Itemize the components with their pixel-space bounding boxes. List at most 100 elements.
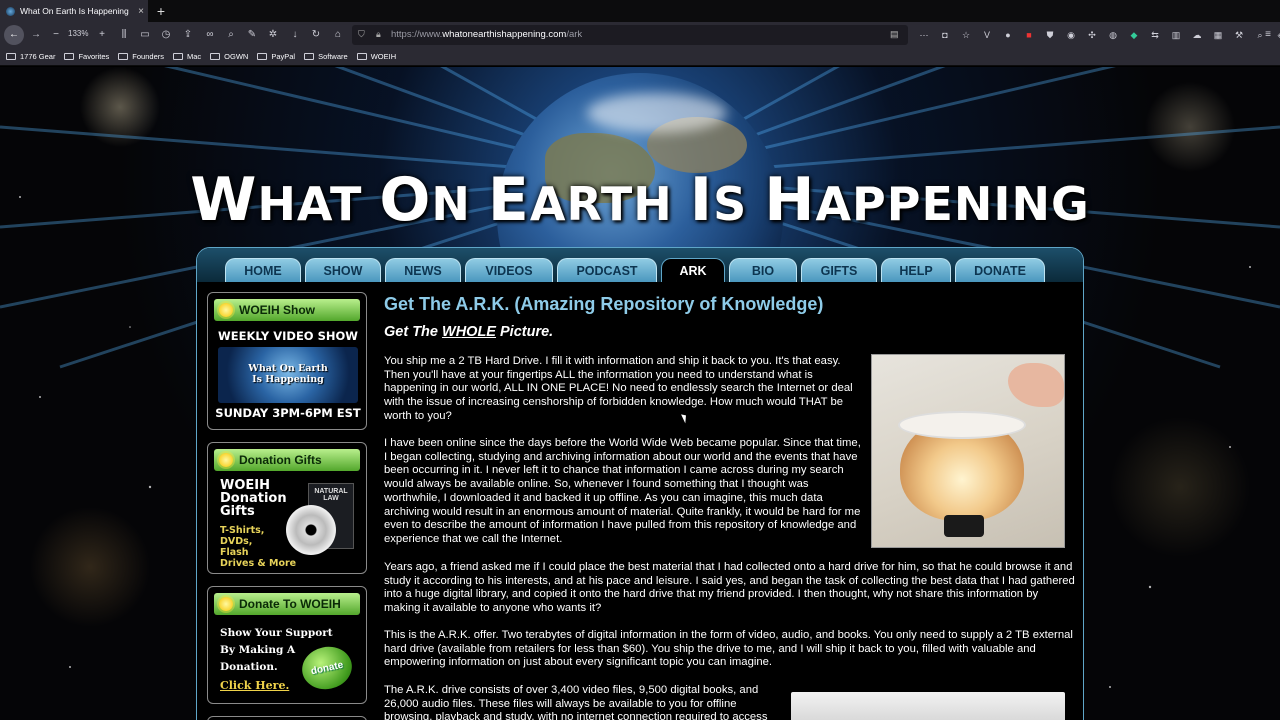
- show-time-label: SUNDAY 3PM-6PM EST: [215, 406, 361, 420]
- screenshot-icon[interactable]: ⇪: [180, 27, 196, 43]
- extension-bars-icon[interactable]: ▥: [1168, 27, 1184, 43]
- gifts-title: WOEIH Donation Gifts: [220, 478, 287, 519]
- show-box-header: WOEIH Show: [214, 299, 360, 321]
- bookmark-folder[interactable]: Software: [304, 52, 348, 61]
- site-favicon-icon: [6, 6, 15, 16]
- gifts-box-header: Donation Gifts: [214, 449, 360, 471]
- paragraph-4: This is the A.R.K. offer. Two terabytes …: [384, 629, 1073, 669]
- tab-title: What On Earth Is Happening -: [20, 6, 129, 16]
- next-sidebar-box[interactable]: [207, 716, 367, 720]
- puzzle-globe-image: [871, 354, 1065, 548]
- nav-show[interactable]: SHOW: [305, 258, 381, 282]
- nav-home[interactable]: HOME: [225, 258, 301, 282]
- menu-icon[interactable]: ≡: [1260, 27, 1276, 43]
- paragraph-1: You ship me a 2 TB Hard Drive. I fill it…: [384, 355, 853, 422]
- search-icon[interactable]: ⌕: [223, 27, 239, 43]
- bookmark-star-icon[interactable]: ☆: [958, 27, 974, 43]
- show-banner-image[interactable]: What On Earth Is Happening: [218, 347, 358, 403]
- show-promo-box[interactable]: WOEIH Show WEEKLY VIDEO SHOW What On Ear…: [207, 292, 367, 430]
- extension-info-icon[interactable]: ●: [1000, 27, 1016, 43]
- donate-click-here-link[interactable]: Click Here.: [220, 679, 289, 692]
- hard-drive-image: [791, 692, 1065, 720]
- extension-tool-icon[interactable]: ⚒: [1231, 27, 1247, 43]
- nav-news[interactable]: NEWS: [385, 258, 461, 282]
- nav-bio[interactable]: BIO: [729, 258, 797, 282]
- globe-stand: [944, 515, 984, 537]
- hand-image: [1008, 363, 1064, 407]
- extension-v-icon[interactable]: V: [979, 27, 995, 43]
- gifts-list: T-Shirts, DVDs, Flash Drives & More: [220, 525, 297, 569]
- lock-icon[interactable]: 🔒︎: [376, 29, 386, 41]
- back-button[interactable]: ←: [4, 25, 24, 45]
- address-bar[interactable]: ⛉ 🔒︎ https://www.whatonearthishappening.…: [352, 25, 908, 45]
- reload-button[interactable]: ↻: [308, 27, 324, 43]
- link-icon[interactable]: ∞: [202, 27, 218, 43]
- nav-gifts[interactable]: GIFTS: [801, 258, 877, 282]
- bookmark-folder[interactable]: Founders: [118, 52, 164, 61]
- extension-color-icon[interactable]: ◆: [1126, 27, 1142, 43]
- extension-cloud-icon[interactable]: ☁: [1189, 27, 1205, 43]
- more-actions-icon[interactable]: ⋯: [916, 27, 932, 43]
- sidebar-icon[interactable]: ▭: [137, 27, 153, 43]
- extension-puzzle-icon[interactable]: ✣: [1084, 27, 1100, 43]
- zoom-out-button[interactable]: −: [48, 27, 64, 43]
- sun-icon: [219, 597, 233, 611]
- history-icon[interactable]: ◷: [158, 27, 174, 43]
- extension-arrows-icon[interactable]: ⇆: [1147, 27, 1163, 43]
- paragraph-5: The A.R.K. drive consists of over 3,400 …: [384, 684, 768, 720]
- reader-view-icon[interactable]: ▤: [890, 29, 899, 40]
- show-schedule-label: WEEKLY VIDEO SHOW: [218, 329, 358, 343]
- browser-toolbar: ← → − 133% + ⫼ ▭ ◷ ⇪ ∞ ⌕ ✎ ✲ ↓ ↻ ⌂ ⛉ 🔒︎ …: [0, 22, 1280, 48]
- nav-ark[interactable]: ARK: [661, 258, 725, 282]
- zoom-level[interactable]: 133%: [68, 29, 88, 38]
- pocket-icon[interactable]: ◘: [937, 27, 953, 43]
- extension-grid-icon[interactable]: ▦: [1210, 27, 1226, 43]
- library-icon[interactable]: ⫼: [116, 27, 132, 43]
- browser-tab[interactable]: What On Earth Is Happening - ×: [0, 0, 148, 22]
- donation-gifts-box[interactable]: Donation Gifts WOEIH Donation Gifts T-Sh…: [207, 442, 367, 574]
- bookmark-folder[interactable]: Favorites: [64, 52, 109, 61]
- shield-icon[interactable]: ⛉: [358, 29, 368, 41]
- extension-shield-icon[interactable]: ⛊: [1042, 27, 1058, 43]
- paragraph-2: I have been online since the days before…: [384, 437, 861, 545]
- home-icon[interactable]: ⌂: [330, 27, 346, 43]
- sun-icon: [219, 303, 233, 317]
- web-page: WHAT ON EARTH IS HAPPENING HOME SHOW NEW…: [0, 67, 1280, 720]
- bookmark-folder[interactable]: 1776 Gear: [6, 52, 55, 61]
- bookmark-folder[interactable]: OGWN: [210, 52, 248, 61]
- extension-red-icon[interactable]: ■: [1021, 27, 1037, 43]
- zoom-in-button[interactable]: +: [94, 27, 110, 43]
- bookmark-folder[interactable]: Mac: [172, 52, 201, 61]
- show-banner-title: What On Earth Is Happening: [248, 363, 328, 385]
- download-icon[interactable]: ↓: [287, 27, 303, 43]
- wrench-icon[interactable]: ✎: [244, 27, 260, 43]
- folder-icon: [210, 53, 221, 60]
- folder-icon: [6, 53, 16, 60]
- globe-clouds: [587, 93, 727, 133]
- folder-icon: [172, 53, 183, 60]
- content-frame: HOME SHOW NEWS VIDEOS PODCAST ARK BIO GI…: [196, 247, 1084, 720]
- sun-icon: [219, 453, 233, 467]
- folder-icon: [64, 53, 75, 60]
- folder-icon: [118, 53, 129, 60]
- bookmark-folder[interactable]: WOEIH: [356, 52, 396, 61]
- extension-toolbar: ⋯ ◘ ☆ V ● ■ ⛊ ◉ ✣ ◍ ◆ ⇆ ▥ ☁ ▦ ⚒ ⌕ ◈: [916, 27, 1280, 43]
- extension-globe-icon[interactable]: ◍: [1105, 27, 1121, 43]
- bookmark-folder[interactable]: PayPal: [257, 52, 295, 61]
- extension-user-icon[interactable]: ◉: [1063, 27, 1079, 43]
- forward-button[interactable]: →: [28, 27, 44, 43]
- close-tab-icon[interactable]: ×: [134, 6, 148, 17]
- page-heading: Get The A.R.K. (Amazing Repository of Kn…: [384, 294, 824, 314]
- site-logo-title[interactable]: WHAT ON EARTH IS HAPPENING: [0, 165, 1280, 235]
- nav-podcast[interactable]: PODCAST: [557, 258, 657, 282]
- donate-box[interactable]: Donate To WOEIH Show Your Support By Mak…: [207, 586, 367, 704]
- folder-icon: [257, 53, 268, 60]
- page-subheading: Get The WHOLE Picture.: [384, 324, 554, 340]
- nav-help[interactable]: HELP: [881, 258, 951, 282]
- nav-videos[interactable]: VIDEOS: [465, 258, 553, 282]
- url-text[interactable]: https://www.whatonearthishappening.com/a…: [391, 29, 582, 40]
- new-tab-button[interactable]: +: [152, 2, 170, 20]
- gear-icon[interactable]: ✲: [265, 27, 281, 43]
- nav-donate[interactable]: DONATE: [955, 258, 1045, 282]
- donate-box-header: Donate To WOEIH: [214, 593, 360, 615]
